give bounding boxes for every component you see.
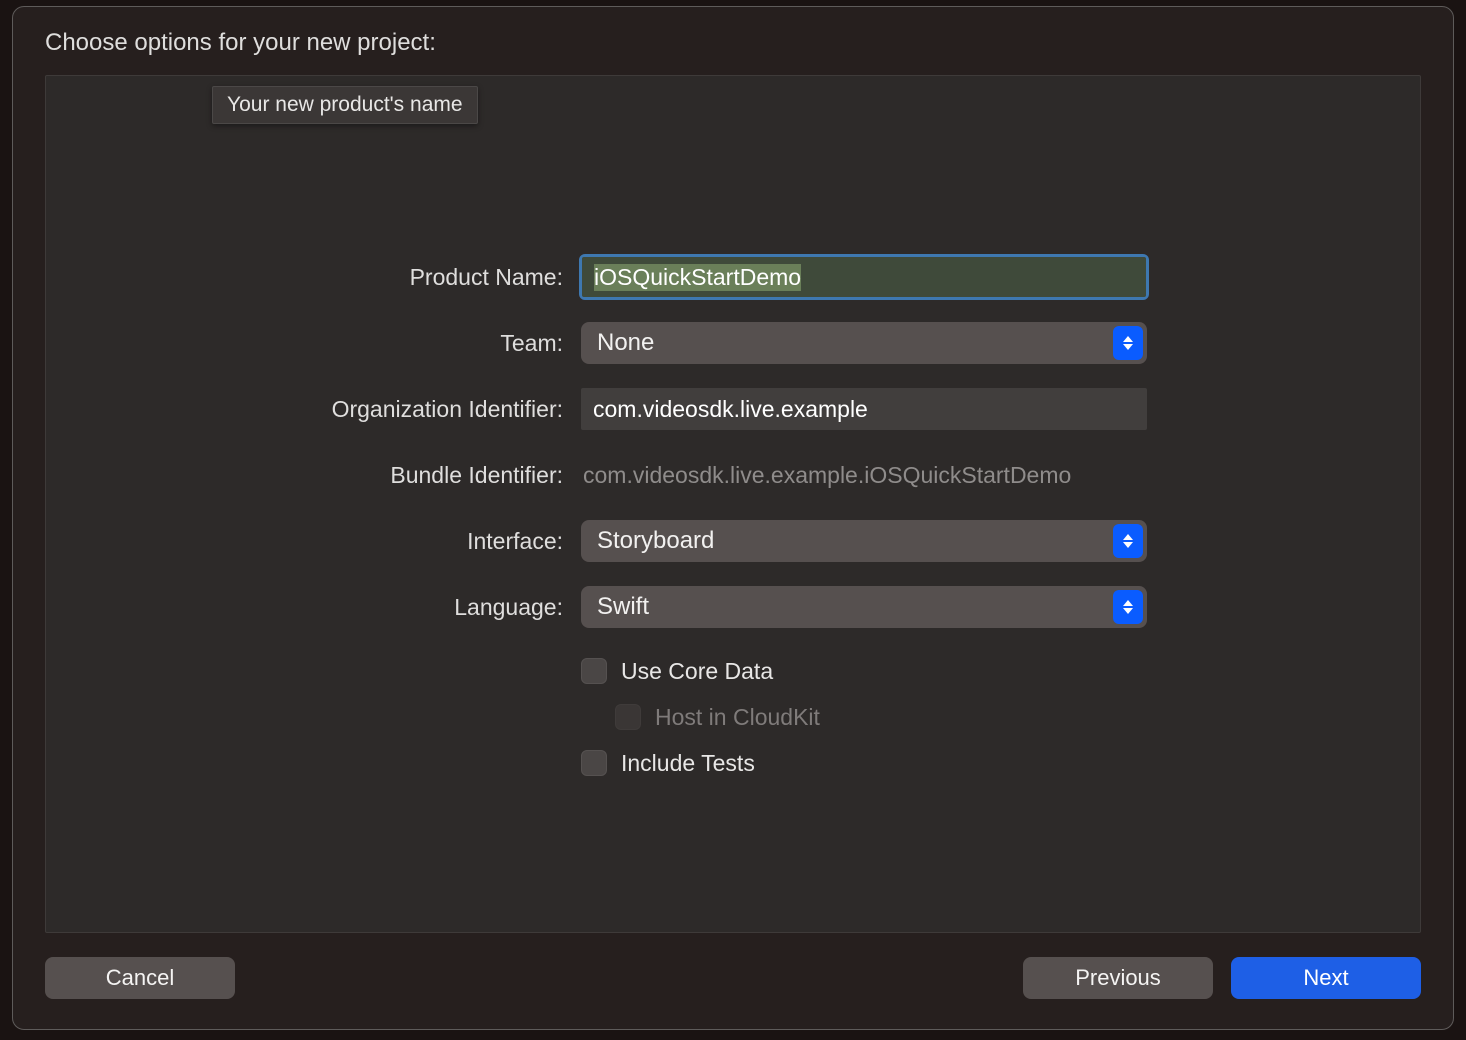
label-interface: Interface:: [46, 528, 581, 555]
include-tests-label: Include Tests: [621, 750, 755, 777]
product-name-focus-ring: [579, 254, 1149, 300]
sheet-footer: Cancel Previous Next: [13, 933, 1453, 1029]
team-select-value: None: [581, 329, 654, 357]
label-product-name: Product Name:: [46, 264, 581, 291]
checkbox-row-cloudkit: Host in CloudKit: [581, 702, 1147, 732]
label-org-id: Organization Identifier:: [46, 396, 581, 423]
row-team: Team: None: [46, 322, 1420, 364]
updown-caret-icon: [1113, 590, 1143, 624]
updown-caret-icon: [1113, 524, 1143, 558]
cloudkit-checkbox: [615, 704, 641, 730]
row-language: Language: Swift: [46, 586, 1420, 628]
updown-caret-icon: [1113, 326, 1143, 360]
options-panel: Your new product's name Product Name: Te…: [45, 75, 1421, 933]
bundle-id-value: com.videosdk.live.example.iOSQuickStartD…: [581, 462, 1147, 489]
options-form: Product Name: Team: None: [46, 256, 1420, 778]
team-select[interactable]: None: [581, 322, 1147, 364]
interface-select: Storyboard: [581, 520, 1147, 562]
new-project-options-sheet: Choose options for your new project: You…: [12, 6, 1454, 1030]
cloudkit-label: Host in CloudKit: [655, 704, 820, 731]
label-bundle-id: Bundle Identifier:: [46, 462, 581, 489]
product-name-tooltip: Your new product's name: [212, 86, 478, 124]
org-id-input[interactable]: [581, 388, 1147, 430]
row-interface: Interface: Storyboard: [46, 520, 1420, 562]
next-button[interactable]: Next: [1231, 957, 1421, 999]
core-data-checkbox[interactable]: [581, 658, 607, 684]
language-select-value: Swift: [581, 593, 649, 621]
label-language: Language:: [46, 594, 581, 621]
row-checkboxes: Use Core Data Host in CloudKit Include T…: [46, 652, 1420, 778]
include-tests-checkbox[interactable]: [581, 750, 607, 776]
cancel-button[interactable]: Cancel: [45, 957, 235, 999]
product-name-input[interactable]: [582, 257, 1146, 297]
core-data-label: Use Core Data: [621, 658, 773, 685]
checkbox-row-include-tests: Include Tests: [581, 748, 1147, 778]
sheet-title: Choose options for your new project:: [13, 7, 1453, 57]
row-org-id: Organization Identifier:: [46, 388, 1420, 430]
row-product-name: Product Name:: [46, 256, 1420, 298]
row-bundle-id: Bundle Identifier: com.videosdk.live.exa…: [46, 454, 1420, 496]
checkbox-row-core-data: Use Core Data: [581, 656, 1147, 686]
interface-select-value: Storyboard: [581, 527, 714, 555]
label-team: Team:: [46, 330, 581, 357]
previous-button[interactable]: Previous: [1023, 957, 1213, 999]
language-select[interactable]: Swift: [581, 586, 1147, 628]
